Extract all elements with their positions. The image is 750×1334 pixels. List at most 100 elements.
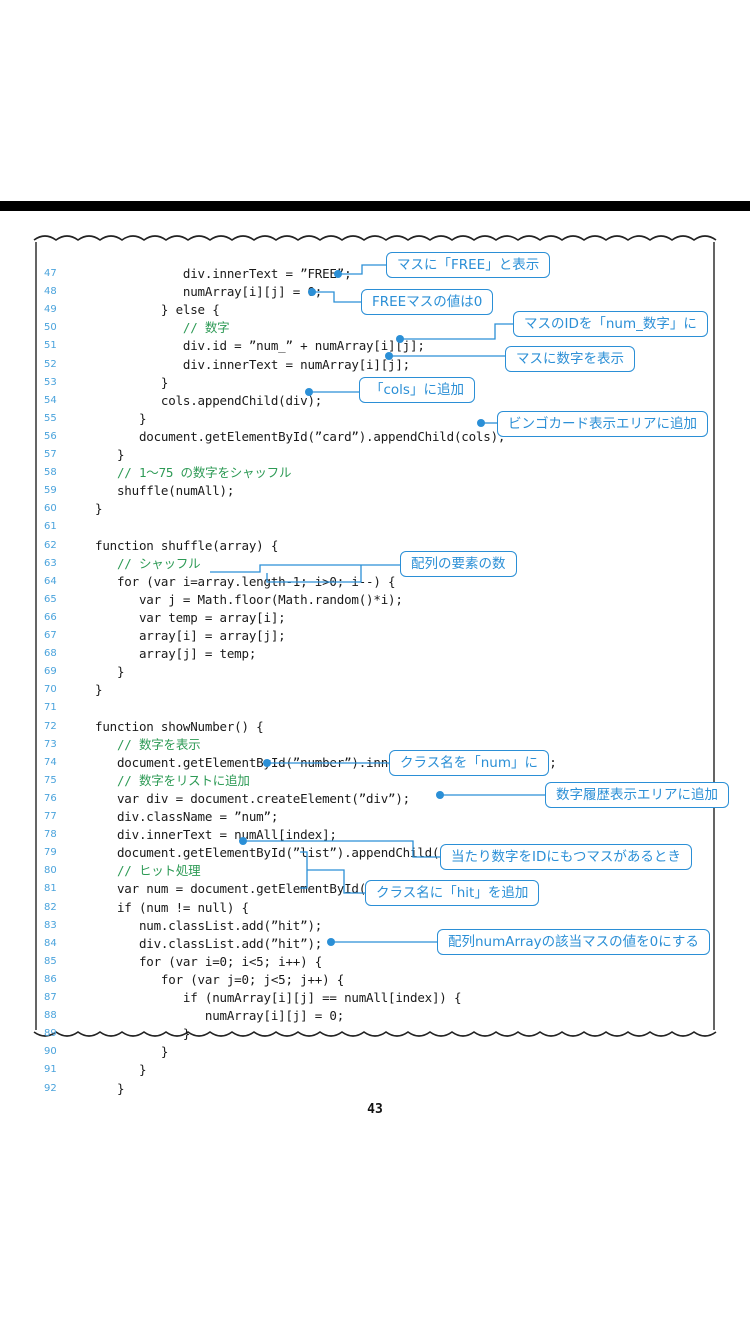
code-line: for (var i=0; i<5; i++) {	[95, 953, 323, 969]
code-line: div.className = ”num”;	[95, 809, 279, 824]
callout-class-hit: クラス名に「hit」を追加	[365, 880, 540, 906]
code-line: }	[95, 1026, 191, 1042]
line-number: 88	[44, 1010, 57, 1022]
code-comment: // 数字をリストに追加	[95, 772, 250, 788]
line-number: 77	[44, 811, 57, 822]
code-line: var j = Math.floor(Math.random()*i);	[95, 591, 403, 607]
code-line: }	[95, 682, 103, 698]
code-line: var temp = array[i];	[95, 609, 286, 625]
code-line: div.innerText = numAll[index];	[95, 827, 337, 843]
code-line: div.innerText = ”FREE”;	[95, 266, 352, 281]
line-number: 86	[44, 973, 57, 985]
code-comment: // 数字	[95, 320, 230, 336]
line-number: 87	[44, 992, 57, 1003]
line-number: 60	[44, 503, 57, 515]
line-number: 55	[44, 412, 57, 424]
code-comment: // ヒット処理	[95, 863, 201, 879]
code-line: }	[95, 1062, 147, 1078]
line-number: 70	[44, 684, 57, 696]
line-number: 53	[44, 376, 57, 388]
code-line: if (num != null) {	[95, 899, 249, 915]
callout-array-length: 配列の要素の数	[400, 551, 517, 577]
line-number: 91	[44, 1064, 57, 1076]
line-number: 61	[44, 521, 57, 533]
line-number: 90	[44, 1046, 57, 1058]
line-number: 57	[44, 449, 57, 460]
code-listing: 47 div.innerText = ”FREE”; 48 numArray[i]…	[0, 222, 750, 1096]
code-comment: // 1〜75 の数字をシャッフル	[95, 465, 292, 481]
line-number: 76	[44, 792, 57, 804]
callout-cols-add: 「cols」に追加	[359, 377, 475, 403]
callout-class-num: クラス名を「num」に	[389, 750, 549, 776]
line-number: 62	[44, 539, 57, 551]
callout-set-zero: 配列numArrayの該当マスの値を0にする	[437, 929, 710, 955]
line-number: 50	[44, 322, 57, 334]
code-line: }	[95, 1044, 169, 1060]
line-number: 89	[44, 1028, 57, 1040]
code-comment: // 数字を表示	[95, 736, 201, 752]
callout-free-value: FREEマスの値は0	[361, 289, 494, 315]
code-line: cols.appendChild(div);	[95, 392, 323, 408]
code-line: }	[95, 1080, 125, 1096]
code-line: div.innerText = numArray[i][j];	[95, 356, 411, 372]
code-line: array[i] = array[j];	[95, 628, 286, 643]
code-comment: // シャッフル	[95, 555, 201, 571]
line-number: 64	[44, 575, 57, 587]
header-rule	[0, 201, 750, 211]
line-number: 48	[44, 286, 57, 298]
callout-hit-cell: 当たり数字をIDにもつマスがあるとき	[440, 844, 692, 870]
code-line: numArray[i][j] = 0;	[95, 284, 323, 300]
line-number: 84	[44, 937, 57, 949]
code-line: array[j] = temp;	[95, 646, 257, 662]
line-number: 63	[44, 557, 57, 569]
line-number: 83	[44, 919, 57, 931]
line-number: 49	[44, 304, 57, 316]
callout-history-area: 数字履歴表示エリアに追加	[545, 782, 729, 808]
line-number: 51	[44, 340, 57, 352]
line-number: 68	[44, 648, 57, 660]
line-number: 74	[44, 756, 57, 768]
callout-free-text: マスに「FREE」と表示	[386, 252, 551, 278]
line-number: 58	[44, 467, 57, 479]
code-line: div.classList.add(”hit”);	[95, 935, 323, 951]
code-line: function shuffle(array) {	[95, 537, 279, 553]
line-number: 82	[44, 901, 57, 913]
callout-cell-number: マスに数字を表示	[505, 346, 635, 372]
code-line: document.getElementById(”card”).appendCh…	[95, 428, 506, 444]
line-number: 59	[44, 485, 57, 497]
code-line: if (numArray[i][j] == numAll[index]) {	[95, 990, 462, 1005]
code-line: }	[95, 447, 125, 462]
callout-card-area: ビンゴカード表示エリアに追加	[497, 411, 708, 437]
line-number: 66	[44, 611, 57, 623]
line-number: 71	[44, 702, 57, 714]
code-line: div.id = ”num_” + numArray[i][j];	[95, 338, 425, 354]
line-number: 56	[44, 430, 57, 442]
line-number: 92	[44, 1082, 57, 1094]
code-line: for (var i=array.length-1; i>0; i--) {	[95, 573, 396, 589]
line-number: 85	[44, 955, 57, 967]
code-line: }	[95, 374, 169, 390]
code-line: function showNumber() {	[95, 718, 264, 734]
line-number: 78	[44, 829, 57, 841]
page-number: 43	[367, 1102, 383, 1117]
code-line: }	[95, 410, 147, 426]
code-line: document.getElementById(”list”).appendCh…	[95, 845, 476, 861]
code-line: }	[95, 664, 125, 680]
line-number: 81	[44, 883, 57, 895]
line-number: 75	[44, 774, 57, 786]
line-number: 79	[44, 847, 57, 859]
code-line: } else {	[95, 302, 220, 318]
line-number: 80	[44, 865, 57, 877]
line-number: 65	[44, 593, 57, 605]
code-line: for (var j=0; j<5; j++) {	[95, 971, 345, 987]
code-line: var div = document.createElement(”div”);	[95, 790, 411, 806]
code-line: num.classList.add(”hit”);	[95, 917, 323, 933]
code-line: }	[95, 501, 103, 517]
code-line: shuffle(numAll);	[95, 483, 235, 499]
callout-cell-id: マスのIDを「num_数字」に	[513, 311, 708, 337]
line-number: 73	[44, 738, 57, 750]
line-number: 72	[44, 720, 57, 732]
line-number: 52	[44, 358, 57, 370]
line-number: 67	[44, 630, 57, 641]
line-number: 47	[44, 268, 57, 279]
